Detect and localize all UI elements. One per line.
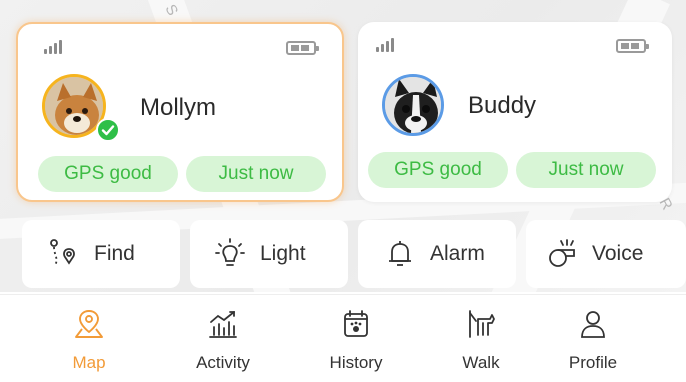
map-pin-icon	[72, 307, 106, 341]
pet-name: Buddy	[468, 92, 537, 119]
tab-profile[interactable]: Profile	[538, 307, 648, 373]
battery-icon	[616, 39, 649, 53]
tab-walk[interactable]: Walk	[426, 307, 536, 373]
whistle-icon	[544, 236, 580, 272]
tab-label: Profile	[568, 353, 618, 372]
tab-label: Walk	[462, 353, 500, 372]
light-button[interactable]: Light	[190, 220, 348, 288]
last-update-badge: Just now	[516, 152, 656, 188]
voice-label: Voice	[592, 242, 644, 265]
person-icon	[576, 307, 610, 341]
last-update-badge: Just now	[186, 156, 326, 192]
pet-name: Mollym	[140, 94, 216, 121]
signal-strength-icon	[376, 36, 400, 52]
gps-status-badge: GPS good	[368, 152, 508, 188]
find-label: Find	[94, 242, 135, 265]
voice-button[interactable]: Voice	[526, 220, 686, 288]
alarm-button[interactable]: Alarm	[358, 220, 516, 288]
pet-card-mollym[interactable]: Mollym GPS good Just now	[16, 22, 344, 202]
activity-chart-icon	[206, 307, 240, 341]
bottom-tab-bar: Map Activity History Walk Profile	[0, 294, 686, 382]
avatar[interactable]	[382, 74, 444, 136]
light-label: Light	[260, 242, 306, 265]
selected-check-icon	[96, 118, 120, 142]
alarm-label: Alarm	[430, 242, 485, 265]
tab-label: Activity	[196, 353, 250, 372]
dog-walk-icon	[464, 307, 498, 341]
calendar-paw-icon	[339, 307, 373, 341]
tab-label: History	[329, 353, 383, 372]
lightbulb-icon	[212, 236, 248, 272]
tab-label: Map	[72, 353, 106, 372]
route-pin-icon	[46, 236, 82, 272]
battery-icon	[286, 41, 319, 55]
gps-status-badge: GPS good	[38, 156, 178, 192]
tab-map[interactable]: Map	[34, 307, 144, 373]
find-button[interactable]: Find	[22, 220, 180, 288]
tab-activity[interactable]: Activity	[168, 307, 278, 373]
bell-icon	[382, 236, 418, 272]
tab-history[interactable]: History	[301, 307, 411, 373]
signal-strength-icon	[44, 38, 68, 54]
pet-card-buddy[interactable]: Buddy GPS good Just now	[358, 22, 672, 202]
